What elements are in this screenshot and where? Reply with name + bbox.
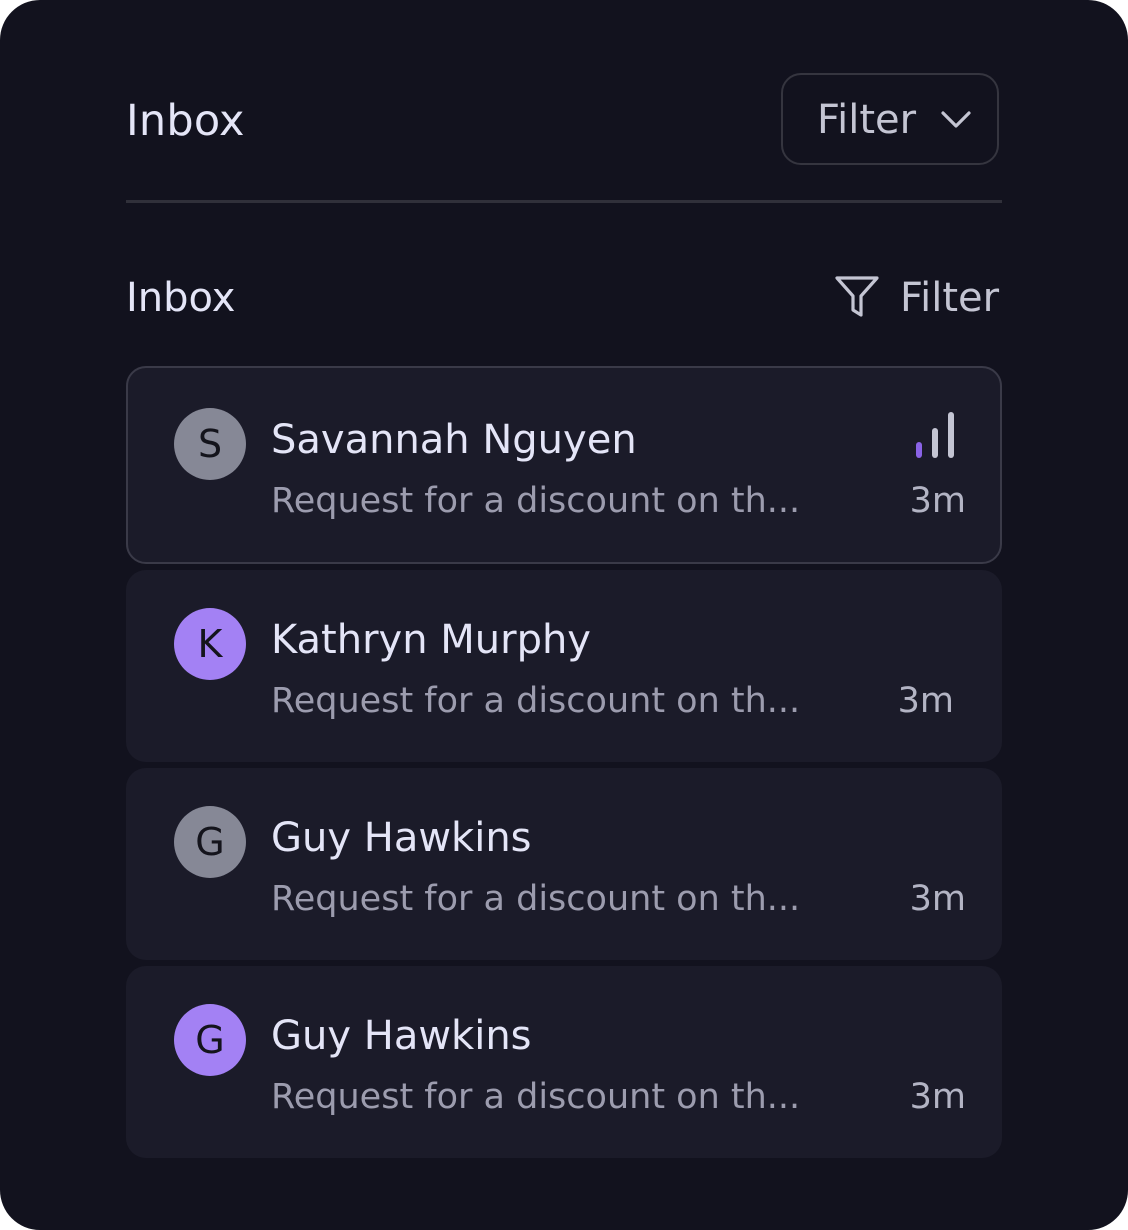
avatar: K xyxy=(174,608,246,680)
funnel-icon xyxy=(835,276,879,317)
signal-bars-icon xyxy=(916,408,960,458)
sender-name: Guy Hawkins xyxy=(271,1013,532,1059)
signal-bar xyxy=(932,428,938,458)
filter-button-label: Filter xyxy=(900,275,1000,321)
message-time: 3m xyxy=(909,879,966,919)
signal-bar xyxy=(948,412,954,458)
message-preview: Request for a discount on th... xyxy=(271,1077,801,1117)
section-title: Inbox xyxy=(126,275,236,321)
chevron-down-icon xyxy=(941,111,971,128)
sender-name: Guy Hawkins xyxy=(271,815,532,861)
message-time: 3m xyxy=(909,1077,966,1117)
filter-dropdown-button[interactable]: Filter xyxy=(781,73,999,165)
signal-bar xyxy=(916,442,922,458)
message-preview: Request for a discount on th... xyxy=(271,681,801,721)
message-time: 3m xyxy=(897,681,954,721)
message-time: 3m xyxy=(909,481,966,521)
inbox-panel: Inbox Filter Inbox Filter S Savannah Ngu… xyxy=(0,0,1128,1230)
message-preview: Request for a discount on th... xyxy=(271,879,801,919)
message-item[interactable]: K Kathryn Murphy Request for a discount … xyxy=(126,570,1002,762)
header-divider xyxy=(126,200,1002,203)
page-title: Inbox xyxy=(126,96,245,146)
avatar: S xyxy=(174,408,246,480)
message-item[interactable]: S Savannah Nguyen Request for a discount… xyxy=(126,366,1002,564)
message-preview: Request for a discount on th... xyxy=(271,481,801,521)
filter-dropdown-label: Filter xyxy=(817,97,917,143)
avatar: G xyxy=(174,806,246,878)
avatar: G xyxy=(174,1004,246,1076)
message-item[interactable]: G Guy Hawkins Request for a discount on … xyxy=(126,966,1002,1158)
message-item[interactable]: G Guy Hawkins Request for a discount on … xyxy=(126,768,1002,960)
filter-button[interactable]: Filter xyxy=(834,272,1002,324)
sender-name: Kathryn Murphy xyxy=(271,617,591,663)
sender-name: Savannah Nguyen xyxy=(271,417,637,463)
